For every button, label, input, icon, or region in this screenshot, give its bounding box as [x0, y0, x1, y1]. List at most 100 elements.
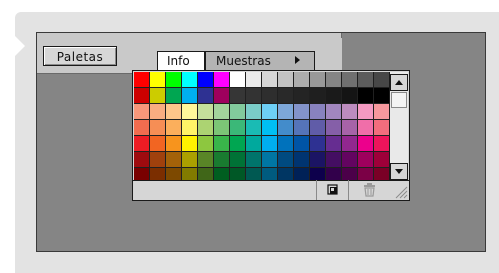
- color-swatch[interactable]: [326, 168, 342, 180]
- color-swatch[interactable]: [310, 120, 326, 136]
- color-swatch[interactable]: [310, 72, 326, 88]
- color-swatch[interactable]: [358, 136, 374, 152]
- color-swatch[interactable]: [214, 88, 230, 104]
- color-swatch[interactable]: [230, 72, 246, 88]
- color-swatch[interactable]: [294, 136, 310, 152]
- scroll-thumb[interactable]: [391, 92, 407, 108]
- color-swatch[interactable]: [182, 72, 198, 88]
- color-swatch[interactable]: [278, 88, 294, 104]
- color-swatch[interactable]: [246, 168, 262, 180]
- color-swatch[interactable]: [198, 88, 214, 104]
- color-swatch[interactable]: [310, 88, 326, 104]
- color-swatch[interactable]: [294, 120, 310, 136]
- color-swatch[interactable]: [342, 72, 358, 88]
- color-swatch[interactable]: [134, 72, 150, 88]
- color-swatch[interactable]: [166, 104, 182, 120]
- color-swatch[interactable]: [134, 120, 150, 136]
- color-swatch[interactable]: [310, 152, 326, 168]
- color-swatch[interactable]: [150, 104, 166, 120]
- color-swatch[interactable]: [246, 136, 262, 152]
- color-swatch[interactable]: [230, 152, 246, 168]
- color-swatch[interactable]: [342, 136, 358, 152]
- color-swatch[interactable]: [358, 152, 374, 168]
- color-swatch[interactable]: [150, 88, 166, 104]
- color-swatch[interactable]: [166, 168, 182, 180]
- color-swatch[interactable]: [150, 72, 166, 88]
- color-swatch[interactable]: [198, 152, 214, 168]
- color-swatch[interactable]: [326, 120, 342, 136]
- color-swatch[interactable]: [214, 152, 230, 168]
- color-swatch[interactable]: [262, 104, 278, 120]
- color-swatch[interactable]: [278, 168, 294, 180]
- color-swatch[interactable]: [326, 72, 342, 88]
- color-swatch[interactable]: [166, 72, 182, 88]
- color-swatch[interactable]: [230, 120, 246, 136]
- color-swatch[interactable]: [246, 104, 262, 120]
- color-swatch[interactable]: [246, 88, 262, 104]
- color-swatch[interactable]: [166, 152, 182, 168]
- resize-grip[interactable]: [392, 183, 408, 199]
- color-swatch[interactable]: [150, 152, 166, 168]
- color-swatch[interactable]: [294, 72, 310, 88]
- color-swatch[interactable]: [358, 120, 374, 136]
- color-swatch[interactable]: [294, 88, 310, 104]
- color-swatch[interactable]: [294, 104, 310, 120]
- color-swatch[interactable]: [182, 136, 198, 152]
- color-swatch[interactable]: [374, 136, 389, 152]
- color-swatch[interactable]: [326, 88, 342, 104]
- color-swatch[interactable]: [134, 168, 150, 180]
- color-swatch[interactable]: [262, 168, 278, 180]
- color-swatch[interactable]: [198, 120, 214, 136]
- color-swatch[interactable]: [246, 152, 262, 168]
- color-swatch[interactable]: [230, 88, 246, 104]
- color-swatch[interactable]: [214, 104, 230, 120]
- color-swatch[interactable]: [198, 104, 214, 120]
- color-swatch[interactable]: [134, 104, 150, 120]
- color-swatch[interactable]: [342, 120, 358, 136]
- color-swatch[interactable]: [182, 104, 198, 120]
- color-swatch[interactable]: [262, 72, 278, 88]
- color-swatch[interactable]: [150, 136, 166, 152]
- color-swatch[interactable]: [278, 120, 294, 136]
- arrow-down-icon[interactable]: [390, 163, 408, 180]
- color-swatch[interactable]: [166, 120, 182, 136]
- delete-swatch-button[interactable]: [349, 180, 389, 200]
- color-swatch[interactable]: [182, 152, 198, 168]
- color-swatch[interactable]: [214, 120, 230, 136]
- color-swatch[interactable]: [358, 104, 374, 120]
- swatch-grid[interactable]: [134, 72, 389, 180]
- color-swatch[interactable]: [310, 168, 326, 180]
- paletas-button[interactable]: Paletas: [43, 46, 117, 66]
- color-swatch[interactable]: [230, 104, 246, 120]
- color-swatch[interactable]: [278, 136, 294, 152]
- color-swatch[interactable]: [358, 88, 374, 104]
- color-swatch[interactable]: [198, 136, 214, 152]
- color-swatch[interactable]: [166, 136, 182, 152]
- color-swatch[interactable]: [166, 88, 182, 104]
- color-swatch[interactable]: [310, 104, 326, 120]
- color-swatch[interactable]: [374, 152, 389, 168]
- color-swatch[interactable]: [214, 136, 230, 152]
- new-swatch-button[interactable]: [316, 180, 349, 200]
- color-swatch[interactable]: [374, 88, 389, 104]
- arrow-up-icon[interactable]: [390, 74, 408, 91]
- color-swatch[interactable]: [294, 152, 310, 168]
- color-swatch[interactable]: [182, 88, 198, 104]
- color-swatch[interactable]: [326, 136, 342, 152]
- color-swatch[interactable]: [182, 120, 198, 136]
- color-swatch[interactable]: [134, 88, 150, 104]
- color-swatch[interactable]: [262, 136, 278, 152]
- color-swatch[interactable]: [150, 168, 166, 180]
- color-swatch[interactable]: [310, 136, 326, 152]
- color-swatch[interactable]: [134, 152, 150, 168]
- color-swatch[interactable]: [214, 72, 230, 88]
- color-swatch[interactable]: [182, 168, 198, 180]
- color-swatch[interactable]: [150, 120, 166, 136]
- color-swatch[interactable]: [230, 168, 246, 180]
- color-swatch[interactable]: [358, 72, 374, 88]
- color-swatch[interactable]: [262, 88, 278, 104]
- color-swatch[interactable]: [230, 136, 246, 152]
- color-swatch[interactable]: [198, 168, 214, 180]
- color-swatch[interactable]: [246, 120, 262, 136]
- color-swatch[interactable]: [358, 168, 374, 180]
